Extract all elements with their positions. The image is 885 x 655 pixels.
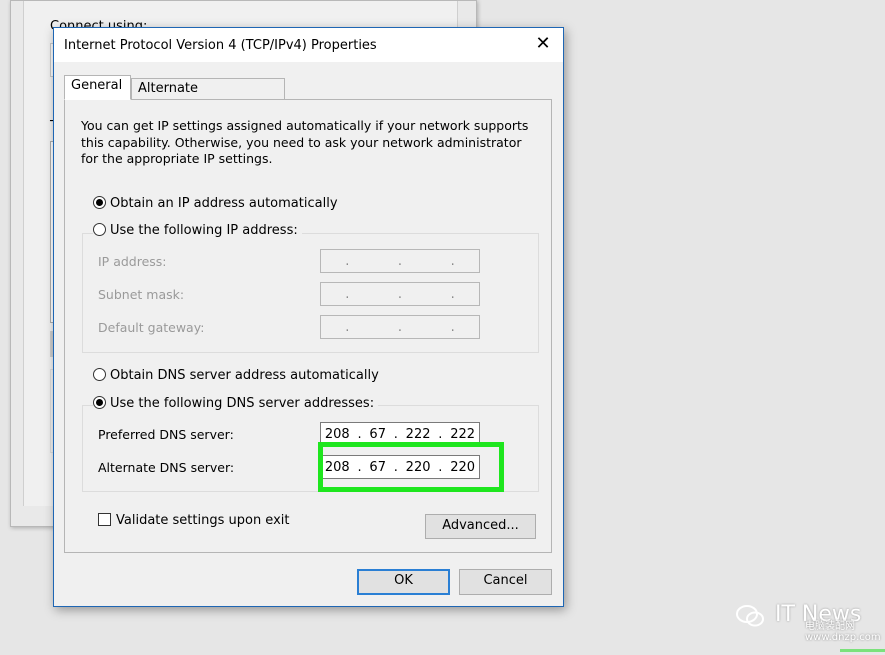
ip-dot: . bbox=[450, 319, 455, 335]
use-following-dns-radio[interactable]: Use the following DNS server addresses: bbox=[93, 396, 379, 411]
watermark-subtitle: 电脑装配网 www.dnzp.com bbox=[805, 621, 881, 643]
use-following-ip-label: Use the following IP address: bbox=[110, 223, 298, 238]
cancel-button[interactable]: Cancel bbox=[459, 569, 552, 595]
octet-separator: . bbox=[393, 426, 398, 442]
obtain-ip-auto-radio[interactable]: Obtain an IP address automatically bbox=[93, 196, 338, 211]
radio-selected-icon bbox=[93, 396, 106, 409]
info-text: You can get IP settings assigned automat… bbox=[81, 118, 529, 166]
ip-address-field[interactable]: . . . bbox=[320, 249, 480, 273]
obtain-ip-auto-label: Obtain an IP address automatically bbox=[110, 196, 338, 211]
preferred-dns-label: Preferred DNS server: bbox=[98, 427, 234, 442]
checkbox-unchecked-icon bbox=[98, 513, 111, 526]
default-gateway-field[interactable]: . . . bbox=[320, 315, 480, 339]
ip-dot: . bbox=[397, 319, 403, 335]
radio-selected-icon bbox=[93, 196, 106, 209]
advanced-button[interactable]: Advanced... bbox=[425, 514, 536, 539]
general-panel: You can get IP settings assigned automat… bbox=[64, 99, 552, 553]
subnet-mask-field[interactable]: . . . bbox=[320, 282, 480, 306]
obtain-dns-auto-radio[interactable]: Obtain DNS server address automatically bbox=[93, 368, 379, 383]
dns-octet: 67 bbox=[369, 426, 386, 442]
tab-alternate-configuration[interactable]: Alternate Configuration bbox=[131, 78, 285, 116]
subnet-mask-label: Subnet mask: bbox=[98, 287, 185, 302]
validate-settings-label: Validate settings upon exit bbox=[116, 513, 290, 528]
highlight-box bbox=[318, 442, 504, 492]
octet-separator: . bbox=[357, 426, 362, 442]
ip-dot: . bbox=[345, 253, 350, 269]
radio-unselected-icon bbox=[93, 223, 106, 236]
dns-octet: 222 bbox=[450, 426, 476, 442]
ip-dot: . bbox=[450, 286, 455, 302]
alternate-dns-label: Alternate DNS server: bbox=[98, 460, 235, 475]
ok-button[interactable]: OK bbox=[357, 569, 450, 595]
dns-octet: 222 bbox=[405, 426, 431, 442]
ip-dot: . bbox=[345, 319, 350, 335]
tab-general[interactable]: General bbox=[64, 75, 131, 100]
accent-line bbox=[840, 649, 885, 652]
dialog-title: Internet Protocol Version 4 (TCP/IPv4) P… bbox=[64, 38, 377, 53]
use-following-ip-radio[interactable]: Use the following IP address: bbox=[93, 223, 302, 238]
dns-octet: 208 bbox=[324, 426, 350, 442]
close-icon[interactable]: ✕ bbox=[533, 34, 553, 54]
ip-dot: . bbox=[397, 286, 403, 302]
wechat-logo-icon bbox=[736, 605, 764, 627]
ipv4-properties-dialog: Internet Protocol Version 4 (TCP/IPv4) P… bbox=[53, 27, 564, 607]
validate-settings-checkbox[interactable]: Validate settings upon exit bbox=[98, 513, 289, 528]
ip-dot: . bbox=[450, 253, 455, 269]
ip-dot: . bbox=[345, 286, 350, 302]
ip-address-label: IP address: bbox=[98, 254, 167, 269]
octet-separator: . bbox=[438, 426, 443, 442]
use-following-dns-label: Use the following DNS server addresses: bbox=[110, 396, 375, 411]
obtain-dns-auto-label: Obtain DNS server address automatically bbox=[110, 368, 379, 383]
default-gateway-label: Default gateway: bbox=[98, 320, 205, 335]
ip-dot: . bbox=[397, 253, 403, 269]
title-bar[interactable]: Internet Protocol Version 4 (TCP/IPv4) P… bbox=[54, 28, 563, 62]
radio-unselected-icon bbox=[93, 368, 106, 381]
